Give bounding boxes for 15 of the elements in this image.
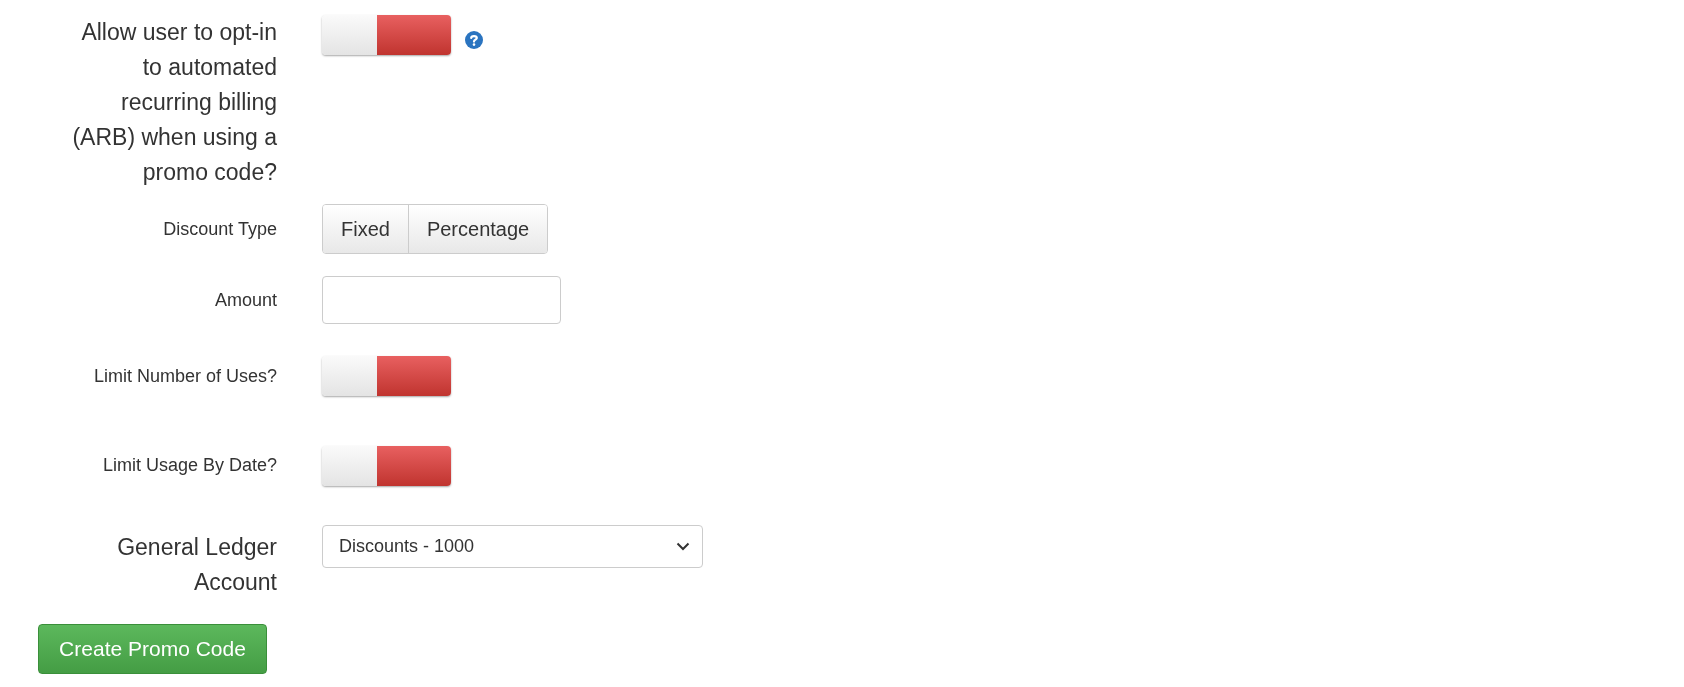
toggle-switch[interactable]: [322, 445, 451, 486]
amount-input[interactable]: [322, 276, 561, 324]
segment-button[interactable]: Fixed: [323, 205, 408, 253]
segment-button[interactable]: Percentage: [407, 205, 548, 253]
field-label: Amount: [214, 289, 277, 311]
help-icon[interactable]: [465, 31, 483, 49]
field-label: Discount Type: [163, 218, 277, 240]
toggle-switch[interactable]: [322, 356, 451, 396]
account-select[interactable]: Discounts - 1000: [322, 525, 703, 568]
toggle-switch[interactable]: [322, 15, 451, 55]
field-label: Limit Number of Uses?: [93, 365, 277, 387]
field-label: General Ledger Account: [116, 533, 277, 597]
chevron-down-icon: [676, 542, 690, 551]
field-label: Allow user to opt-in to automated recurring billing (ARB) when using a promo code?: [71, 18, 277, 187]
field-label: Limit Usage By Date?: [102, 455, 277, 476]
